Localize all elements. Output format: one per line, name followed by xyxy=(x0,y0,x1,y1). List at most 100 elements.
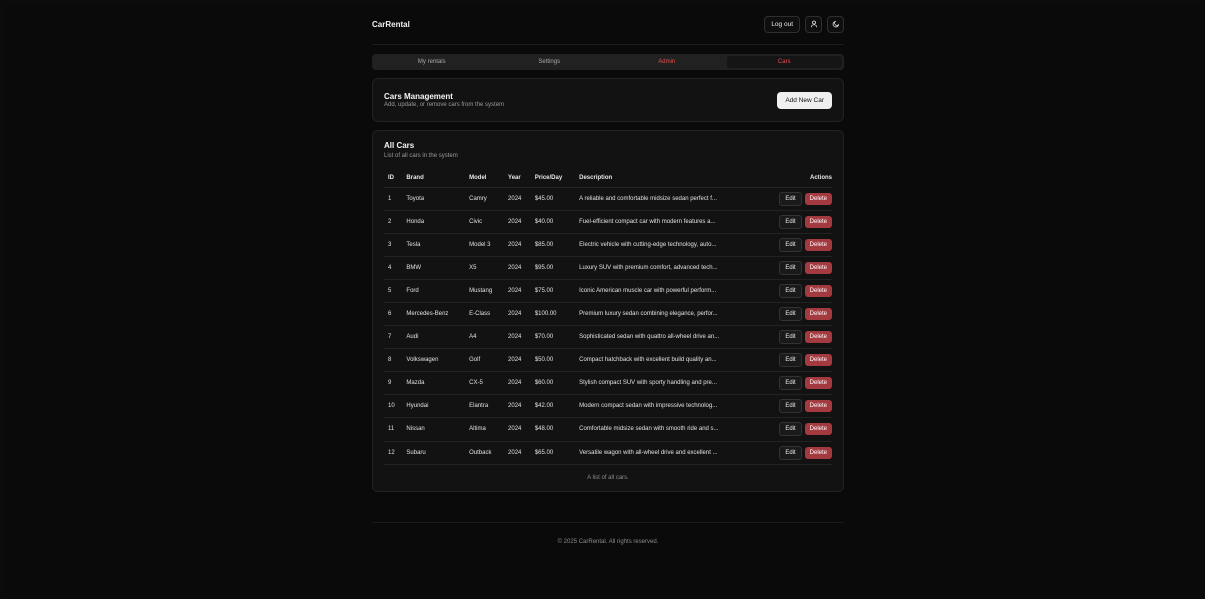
delete-button[interactable]: Delete xyxy=(804,261,832,274)
cell-price: $50.00 xyxy=(530,348,576,373)
cell-year: 2024 xyxy=(504,210,531,234)
cell-model: CX-5 xyxy=(465,371,505,396)
cell-year: 2024 xyxy=(504,302,531,327)
cell-brand: Mazda xyxy=(402,371,466,396)
management-title: Cars Management xyxy=(384,92,453,101)
cell-id: 8 xyxy=(384,348,403,373)
cell-brand: Toyota xyxy=(402,187,466,211)
table-row: 5 Ford Mustang 2024 $75.00 Iconic American mu… xyxy=(384,279,832,303)
edit-button[interactable]: Edit xyxy=(779,330,802,345)
cell-model: Golf xyxy=(465,348,505,373)
delete-button[interactable]: Delete xyxy=(804,192,832,205)
cell-model: Model 3 xyxy=(465,233,505,257)
edit-button[interactable]: Edit xyxy=(779,260,802,275)
cell-actions: Edit Delete xyxy=(760,279,832,303)
table-caption: A list of all cars. xyxy=(587,474,629,481)
cell-actions: Edit Delete xyxy=(760,187,832,211)
all-cars-subtitle: List of all cars in the system xyxy=(384,153,458,159)
add-new-car-button[interactable]: Add New Car xyxy=(777,91,832,109)
col-actions: Actions xyxy=(760,169,832,188)
cell-price: $40.00 xyxy=(530,210,576,234)
cell-description: Stylish compact SUV with sporty handling… xyxy=(575,371,761,396)
cell-brand: Volkswagen xyxy=(402,348,466,373)
main-container: CarRental Log out My rentals Settings Ad… xyxy=(372,4,844,492)
delete-button[interactable]: Delete xyxy=(804,308,832,321)
cell-description: A reliable and comfortable midsize sedan… xyxy=(575,187,761,211)
cell-brand: Ford xyxy=(402,279,466,303)
edit-button[interactable]: Edit xyxy=(779,237,802,252)
delete-button[interactable]: Delete xyxy=(804,400,832,413)
table-body: 1 Toyota Camry 2024 $45.00 A reliable and com… xyxy=(384,187,832,465)
delete-button[interactable]: Delete xyxy=(804,331,832,344)
table-row: 11 Nissan Altima 2024 $48.00 Comfortable mids… xyxy=(384,417,832,442)
cell-brand: Nissan xyxy=(402,417,466,442)
cell-price: $70.00 xyxy=(530,325,576,350)
edit-button[interactable]: Edit xyxy=(779,307,802,322)
cell-brand: Hyundai xyxy=(402,394,466,419)
delete-button[interactable]: Delete xyxy=(804,423,832,436)
user-button[interactable] xyxy=(805,15,822,33)
table-row: 12 Subaru Outback 2024 $65.00 Versatile wagon… xyxy=(384,441,832,465)
cell-year: 2024 xyxy=(504,441,531,465)
cell-model: Outback xyxy=(465,441,505,465)
theme-toggle-button[interactable] xyxy=(827,15,844,33)
cell-actions: Edit Delete xyxy=(760,371,832,396)
cell-year: 2024 xyxy=(504,233,531,257)
edit-button[interactable]: Edit xyxy=(779,214,802,229)
logout-button[interactable]: Log out xyxy=(764,15,800,33)
cell-actions: Edit Delete xyxy=(760,348,832,373)
cell-brand: Tesla xyxy=(402,233,466,257)
cell-price: $60.00 xyxy=(530,371,576,396)
cell-brand: Audi xyxy=(402,325,466,350)
col-description: Description xyxy=(575,169,761,188)
tab-admin[interactable]: Admin xyxy=(609,56,725,68)
tab-my-rentals[interactable]: My rentals xyxy=(374,56,490,68)
cell-model: Altima xyxy=(465,417,505,442)
cell-year: 2024 xyxy=(504,371,531,396)
cell-description: Modern compact sedan with impressive tec… xyxy=(575,394,761,419)
col-id: ID xyxy=(384,169,403,188)
edit-button[interactable]: Edit xyxy=(779,376,802,391)
all-cars-title: All Cars xyxy=(384,141,415,150)
cell-year: 2024 xyxy=(504,279,531,303)
tab-cars[interactable]: Cars xyxy=(726,56,842,68)
cell-model: E-Class xyxy=(465,302,505,327)
cell-description: Fuel-efficient compact car with modern f… xyxy=(575,210,761,234)
cell-year: 2024 xyxy=(504,394,531,419)
cell-id: 9 xyxy=(384,371,403,396)
cell-year: 2024 xyxy=(504,187,531,211)
cell-actions: Edit Delete xyxy=(760,441,832,465)
cell-actions: Edit Delete xyxy=(760,233,832,257)
table-row: 7 Audi A4 2024 $70.00 Sophisticated sedan wit… xyxy=(384,325,832,350)
cell-brand: Subaru xyxy=(402,441,466,465)
delete-button[interactable]: Delete xyxy=(804,284,832,297)
delete-button[interactable]: Delete xyxy=(804,215,832,228)
delete-button[interactable]: Delete xyxy=(804,238,832,251)
cell-price: $85.00 xyxy=(530,233,576,257)
cell-model: Elantra xyxy=(465,394,505,419)
cell-price: $42.00 xyxy=(530,394,576,419)
edit-button[interactable]: Edit xyxy=(779,353,802,368)
delete-button[interactable]: Delete xyxy=(804,354,832,367)
cell-description: Compact hatchback with excellent build q… xyxy=(575,348,761,373)
cell-price: $100.00 xyxy=(530,302,576,327)
cell-model: A4 xyxy=(465,325,505,350)
delete-button[interactable]: Delete xyxy=(804,446,832,459)
edit-button[interactable]: Edit xyxy=(779,445,802,460)
cell-model: Civic xyxy=(465,210,505,234)
edit-button[interactable]: Edit xyxy=(779,422,802,437)
col-model: Model xyxy=(465,169,505,188)
edit-button[interactable]: Edit xyxy=(779,283,802,298)
cell-id: 2 xyxy=(384,210,403,234)
delete-button[interactable]: Delete xyxy=(804,377,832,390)
col-brand: Brand xyxy=(402,169,466,188)
tab-settings[interactable]: Settings xyxy=(492,56,608,68)
cell-price: $95.00 xyxy=(530,256,576,280)
cell-actions: Edit Delete xyxy=(760,210,832,234)
cell-description: Sophisticated sedan with quattro all-whe… xyxy=(575,325,761,350)
edit-button[interactable]: Edit xyxy=(779,399,802,414)
edit-button[interactable]: Edit xyxy=(779,191,802,206)
col-year: Year xyxy=(504,169,531,188)
cell-description: Versatile wagon with all-wheel drive and… xyxy=(575,441,761,465)
brand-logo[interactable]: CarRental xyxy=(372,20,410,29)
